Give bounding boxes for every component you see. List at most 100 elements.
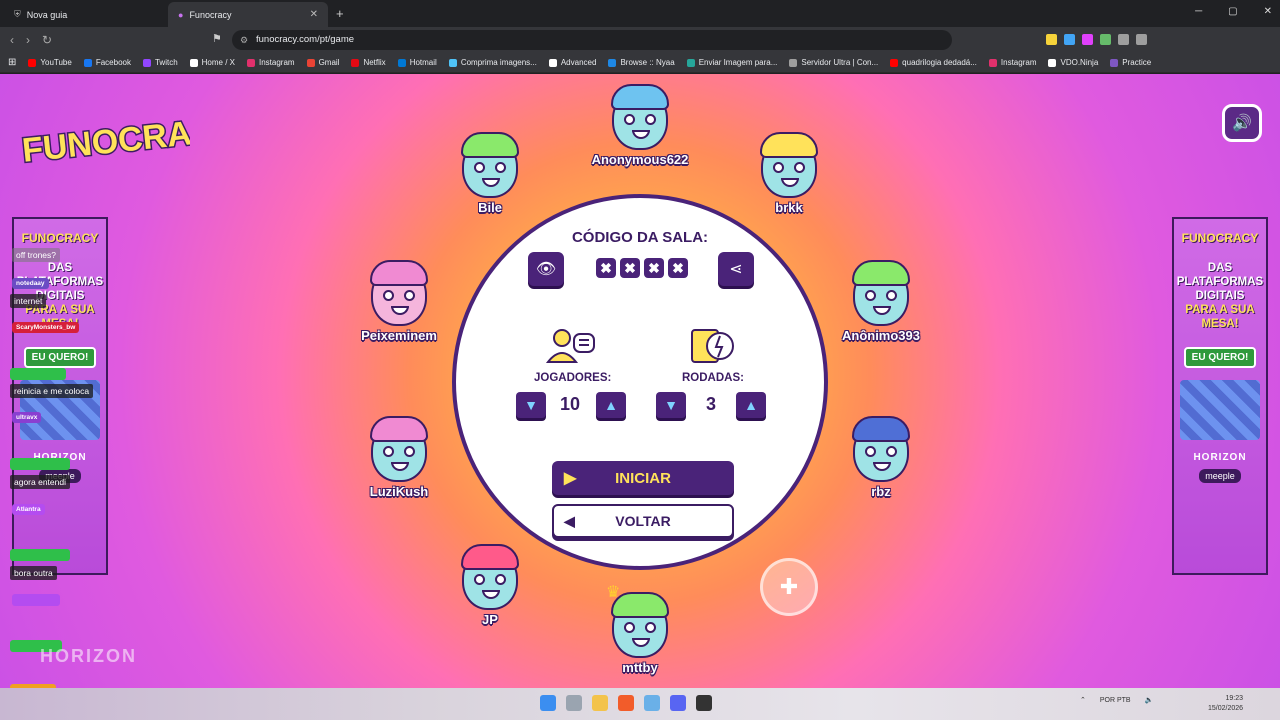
speaker-icon: 🔊 [1232, 115, 1252, 132]
bookmark-instagram-2[interactable]: Instagram [988, 58, 1036, 67]
extension-icon[interactable] [1100, 34, 1111, 45]
discord-icon[interactable] [670, 695, 686, 711]
forward-icon[interactable]: › [26, 33, 30, 47]
players-increase-button[interactable]: ▲ [596, 392, 626, 418]
bookmark-nyaa[interactable]: Browse :: Nyaa [608, 58, 675, 67]
obs-icon[interactable] [696, 695, 712, 711]
start-game-button[interactable]: ▶ INICIAR [552, 461, 734, 495]
bookmark-facebook[interactable]: Facebook [83, 58, 131, 67]
chat-message: agora entendi [10, 475, 70, 489]
player-card: Peixeminem [334, 260, 464, 343]
volume-icon[interactable]: 🔈 [1145, 696, 1154, 704]
shield-icon: ⛨ [14, 9, 21, 19]
player-avatar [611, 84, 669, 150]
extension-icon[interactable] [1136, 34, 1147, 45]
maximize-icon[interactable]: ▢ [1228, 6, 1237, 17]
players-value: 10 [560, 394, 581, 414]
add-player-button[interactable]: ✚ [760, 558, 818, 616]
bookmark-gmail[interactable]: Gmail [306, 58, 339, 67]
close-tab-icon[interactable]: ✕ [310, 9, 318, 20]
bookmark-comprima[interactable]: Comprima imagens... [448, 58, 537, 67]
ad-banner-right[interactable]: FUNOCRACY DAS PLATAFORMAS DIGITAIS PARA … [1172, 217, 1268, 575]
tab-new[interactable]: ⛨ Nova guia [4, 2, 164, 27]
room-code-char: ✖ [644, 258, 664, 278]
bookmark-advanced[interactable]: Advanced [548, 58, 596, 67]
new-tab-icon[interactable]: + [336, 6, 344, 21]
player-name: Bile [478, 200, 502, 215]
arrow-down-icon: ▼ [664, 397, 678, 413]
player-card: JP [425, 544, 555, 627]
brave-icon[interactable] [618, 695, 634, 711]
sound-toggle-button[interactable]: 🔊 [1222, 104, 1262, 142]
player-avatar [370, 260, 428, 326]
search-icon[interactable] [566, 695, 582, 711]
start-icon[interactable] [540, 695, 556, 711]
bookmark-quadrilogia[interactable]: quadrilogia dedadá... [890, 58, 977, 67]
reload-icon[interactable]: ↻ [42, 33, 52, 47]
app-icon[interactable] [644, 695, 660, 711]
player-card: Bile [425, 132, 555, 215]
chat-username [10, 368, 66, 380]
extension-icon[interactable] [1064, 34, 1075, 45]
play-icon: ▶ [564, 470, 577, 487]
back-button[interactable]: ◀ VOLTAR [552, 504, 734, 538]
apps-icon[interactable]: ⊞ [8, 57, 16, 68]
player-name: mttby [622, 660, 658, 675]
bookmark-youtube[interactable]: YouTube [28, 58, 72, 67]
chat-username: notedaay [12, 278, 49, 289]
browser-toolbar: ‹ › ↻ ⚑ ⚙ funocracy.com/pt/game [0, 27, 1280, 53]
player-avatar [852, 416, 910, 482]
player-avatar [461, 544, 519, 610]
chat-username: Atlantra [12, 504, 45, 515]
language-indicator[interactable]: POR PTB [1100, 697, 1131, 704]
rounds-increase-button[interactable]: ▲ [736, 392, 766, 418]
room-code-char: ✖ [668, 258, 688, 278]
player-name: Peixeminem [361, 328, 437, 343]
site-info-icon[interactable]: ⚙ [240, 30, 248, 50]
player-card: rbz [816, 416, 946, 499]
extension-icon[interactable] [1046, 34, 1057, 45]
ad-cta-button[interactable]: EU QUERO! [1183, 347, 1257, 368]
player-card: Anonymous622 [575, 84, 705, 167]
bookmark-x[interactable]: Home / X [189, 58, 235, 67]
game-area: FUNOCRACY 🔊 FUNOCRACY DAS PLATAFORMAS DI… [0, 74, 1280, 688]
bookmark-icon[interactable]: ⚑ [212, 32, 222, 45]
bookmark-twitch[interactable]: Twitch [142, 58, 178, 67]
tab-funocracy[interactable]: ● Funocracy ✕ [168, 2, 328, 27]
share-button[interactable]: ⋖ [718, 252, 754, 286]
bookmark-servidor[interactable]: Servidor Ultra | Con... [789, 58, 878, 67]
bookmark-hotmail[interactable]: Hotmail [397, 58, 437, 67]
arrow-up-icon: ▲ [604, 397, 618, 413]
stream-chat-overlay: off trones? notedaay internet ScaryMonst… [0, 74, 160, 688]
room-code-char: ✖ [620, 258, 640, 278]
player-name: JP [482, 612, 498, 627]
bookmark-instagram[interactable]: Instagram [246, 58, 295, 67]
close-window-icon[interactable]: ✕ [1264, 6, 1272, 17]
minimize-icon[interactable]: ─ [1195, 6, 1202, 17]
player-avatar [760, 132, 818, 198]
players-decrease-button[interactable]: ▼ [516, 392, 546, 418]
tray-chevron-icon[interactable]: ⌃ [1080, 696, 1086, 704]
chat-message: bora outra [10, 566, 57, 580]
window-controls: ─ ▢ ✕ [1195, 6, 1272, 17]
players-icon [545, 329, 595, 363]
ad-brand: HORIZON [1193, 452, 1247, 463]
player-avatar [852, 260, 910, 326]
bookmark-enviar[interactable]: Enviar Imagem para... [686, 58, 777, 67]
bookmark-netflix[interactable]: Netflix [351, 58, 386, 67]
show-code-button[interactable]: 👁 [528, 252, 564, 286]
extension-icon[interactable] [1118, 34, 1129, 45]
back-label: VOLTAR [615, 513, 671, 529]
system-clock[interactable]: 19:23 15/02/2026 [1208, 694, 1243, 714]
player-name: LuziKush [369, 484, 429, 499]
file-explorer-icon[interactable] [592, 695, 608, 711]
bookmark-practice[interactable]: Practice [1110, 58, 1151, 67]
ad-headline: DAS PLATAFORMAS DIGITAIS PARA A SUA MESA… [1176, 262, 1264, 330]
extension-icon[interactable] [1082, 34, 1093, 45]
chat-message: reinicia e me coloca [10, 384, 94, 398]
back-icon[interactable]: ‹ [10, 33, 14, 47]
bookmark-vdoninja[interactable]: VDO.Ninja [1048, 58, 1098, 67]
address-bar[interactable]: ⚙ funocracy.com/pt/game [232, 30, 952, 50]
room-code-label: CÓDIGO DA SALA: [571, 229, 709, 246]
rounds-decrease-button[interactable]: ▼ [656, 392, 686, 418]
